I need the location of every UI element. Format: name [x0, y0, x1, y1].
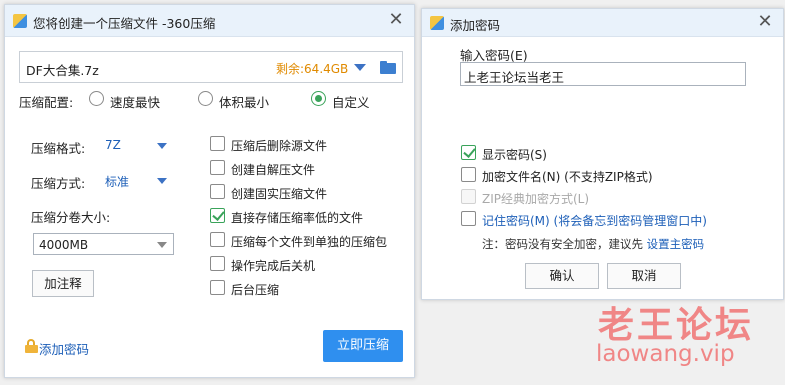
split-size-select[interactable]: 4000MB — [33, 233, 174, 255]
split-size-value: 4000MB — [39, 238, 89, 252]
app-logo-icon — [430, 16, 444, 30]
mode-radio-custom[interactable] — [311, 91, 326, 106]
checkbox-separate-archives[interactable] — [210, 232, 225, 247]
close-icon[interactable]: ✕ — [755, 12, 775, 32]
mode-radio-fastest[interactable] — [89, 91, 104, 106]
method-label: 压缩方式: — [31, 176, 86, 191]
mode-label-custom[interactable]: 自定义 — [332, 92, 370, 111]
add-comment-button[interactable]: 加注释 — [32, 270, 94, 297]
compress-dialog-title: 您将创建一个压缩文件 -360压缩 — [33, 16, 216, 31]
option-label-solid-archive[interactable]: 创建固实压缩文件 — [231, 185, 327, 202]
option-label-show-password[interactable]: 显示密码(S) — [482, 146, 547, 163]
free-space-label: 剩余:64.4GB — [276, 62, 349, 76]
password-input-value: 上老王论坛当老王 — [464, 70, 565, 85]
password-dialog-title: 添加密码 — [450, 18, 501, 33]
checkbox-delete-source[interactable] — [210, 136, 225, 151]
checkbox-self-extracting[interactable] — [210, 160, 225, 175]
option-label-zip-classic: ZIP经典加密方式(L) — [482, 192, 590, 206]
watermark-url: laowang.vip — [596, 341, 735, 367]
checkbox-store-low-ratio[interactable] — [210, 208, 225, 223]
option-label-shutdown-after[interactable]: 操作完成后关机 — [231, 257, 315, 274]
checkbox-encrypt-filenames[interactable] — [461, 167, 476, 182]
option-label-background[interactable]: 后台压缩 — [231, 281, 279, 298]
option-label-remember-password[interactable]: 记住密码(M) (将会备忘到密码管理窗口中) — [482, 212, 707, 229]
checkbox-shutdown-after[interactable] — [210, 256, 225, 271]
checkbox-zip-classic — [461, 189, 476, 204]
app-logo-icon — [13, 14, 27, 28]
password-dialog-titlebar[interactable]: 添加密码 ✕ — [422, 9, 783, 37]
path-history-chevron-down-icon[interactable] — [354, 64, 366, 71]
add-password-link[interactable]: 添加密码 — [39, 339, 89, 358]
output-path-field[interactable]: DF大合集.7z 剩余:64.4GB — [19, 51, 403, 83]
format-label: 压缩格式: — [31, 141, 86, 156]
checkbox-remember-password[interactable] — [461, 211, 476, 226]
security-note: 注：密码没有安全加密，建议先 设置主密码 — [482, 236, 704, 252]
config-label: 压缩配置: — [19, 95, 74, 110]
format-select-value[interactable]: 7Z — [105, 138, 121, 152]
password-dialog: 添加密码 ✕ 输入密码(E) 上老王论坛当老王 显示密码(S) 加密文件名(N)… — [421, 8, 784, 300]
checkbox-background[interactable] — [210, 280, 225, 295]
checkbox-solid-archive[interactable] — [210, 184, 225, 199]
close-icon[interactable]: ✕ — [386, 10, 406, 30]
lock-icon[interactable] — [25, 339, 38, 353]
password-input[interactable]: 上老王论坛当老王 — [460, 62, 746, 86]
option-label-store-low-ratio[interactable]: 直接存储压缩率低的文件 — [231, 209, 363, 226]
compress-dialog-titlebar[interactable]: 您将创建一个压缩文件 -360压缩 ✕ — [5, 5, 414, 37]
option-label-encrypt-filenames[interactable]: 加密文件名(N) (不支持ZIP格式) — [482, 168, 653, 185]
mode-label-fastest[interactable]: 速度最快 — [110, 92, 160, 111]
confirm-button[interactable]: 确认 — [525, 263, 599, 289]
method-select-value[interactable]: 标准 — [105, 173, 129, 190]
split-size-chevron-down-icon[interactable] — [157, 242, 167, 248]
option-label-delete-source[interactable]: 压缩后删除源文件 — [231, 137, 327, 154]
mode-label-smallest[interactable]: 体积最小 — [219, 92, 269, 111]
output-path-value: DF大合集.7z — [26, 63, 99, 78]
checkbox-show-password[interactable] — [461, 145, 476, 160]
method-chevron-down-icon[interactable] — [157, 178, 167, 184]
compress-dialog: 您将创建一个压缩文件 -360压缩 ✕ DF大合集.7z 剩余:64.4GB 压… — [4, 4, 415, 378]
compress-now-button[interactable]: 立即压缩 — [323, 330, 403, 362]
option-label-self-extracting[interactable]: 创建自解压文件 — [231, 161, 315, 178]
cancel-button[interactable]: 取消 — [607, 263, 681, 289]
set-master-password-link[interactable]: 设置主密码 — [647, 237, 705, 251]
split-size-label: 压缩分卷大小: — [31, 210, 111, 225]
security-note-text: 注：密码没有安全加密，建议先 — [482, 237, 647, 251]
browse-folder-icon[interactable] — [380, 61, 396, 74]
option-label-separate-archives[interactable]: 压缩每个文件到单独的压缩包 — [231, 233, 387, 250]
mode-radio-smallest[interactable] — [198, 91, 213, 106]
format-chevron-down-icon[interactable] — [157, 143, 167, 149]
